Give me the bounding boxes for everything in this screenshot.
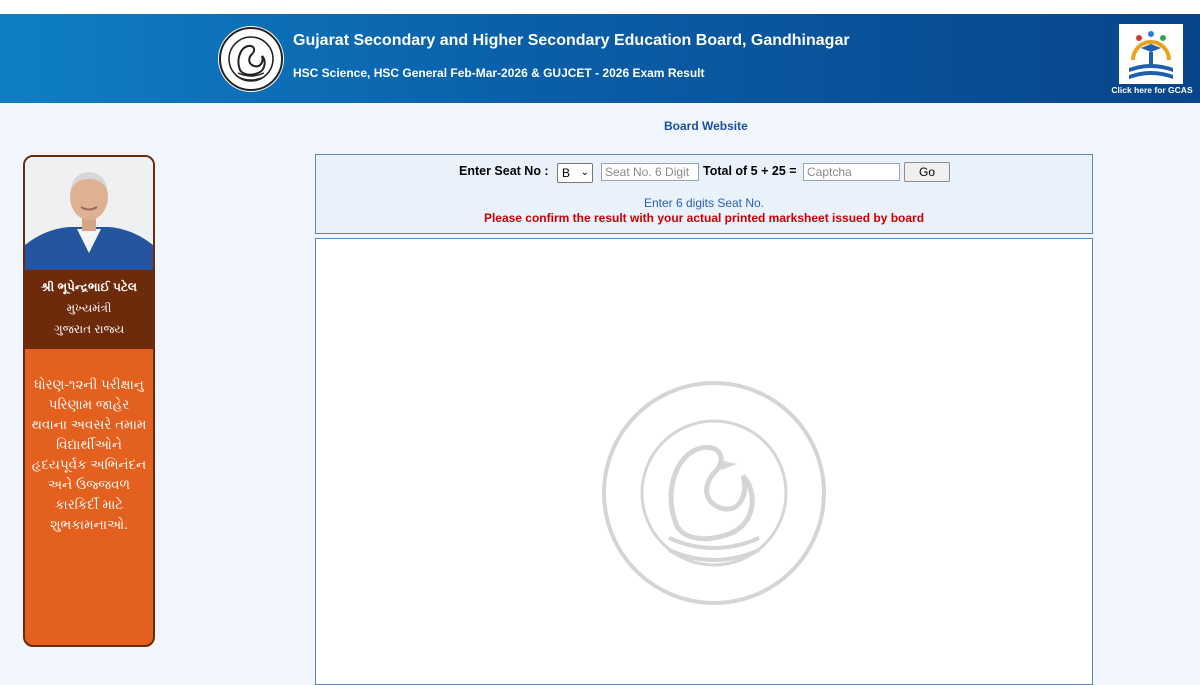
top-strip	[0, 0, 1200, 14]
chevron-down-icon: ⌄	[580, 167, 589, 178]
captcha-input[interactable]	[803, 163, 900, 181]
series-select[interactable]: B ⌄	[557, 163, 593, 183]
result-panel	[315, 238, 1093, 685]
board-seal-icon	[218, 26, 284, 92]
cm-state: ગુજરાત રાજ્ય	[53, 322, 125, 336]
cm-name-block: શ્રી ભૂપેન્દ્રભાઈ પટેલ મુખ્યમંત્રી ગુજરા…	[25, 270, 153, 349]
gcas-link[interactable]: Click here for GCAS	[1110, 22, 1194, 102]
cm-photo	[25, 157, 153, 270]
seat-hint: Enter 6 digits Seat No.	[643, 196, 765, 210]
site-header: Gujarat Secondary and Higher Secondary E…	[0, 14, 1200, 103]
captcha-label: Total of 5 + 25 =	[703, 164, 797, 178]
go-button[interactable]: Go	[904, 162, 950, 182]
header-subtitle: HSC Science, HSC General Feb-Mar-2026 & …	[293, 66, 705, 80]
board-website-link[interactable]: Board Website	[664, 119, 748, 133]
result-area	[322, 245, 1086, 684]
seat-form-panel: Enter Seat No : B ⌄ Total of 5 + 25 = Go…	[315, 154, 1093, 234]
cm-card: શ્રી ભૂપેન્દ્રભાઈ પટેલ મુખ્યમંત્રી ગુજરા…	[23, 155, 155, 647]
gcas-logo-icon	[1119, 24, 1183, 84]
congratulation-message: ધોરણ-૧૨ની પરીક્ષાનુ પરિણામ જાહેર થવાના અ…	[31, 377, 147, 532]
gcas-label: Click here for GCAS	[1111, 85, 1193, 95]
cm-role: મુખ્યમંત્રી	[66, 301, 112, 315]
header-title: Gujarat Secondary and Higher Secondary E…	[293, 32, 850, 49]
board-seal-watermark-icon	[602, 381, 826, 605]
result-warning: Please confirm the result with your actu…	[483, 211, 925, 225]
series-select-value: B	[562, 166, 571, 180]
cm-name: શ્રી ભૂપેન્દ્રભાઈ પટેલ	[40, 280, 138, 294]
seat-label: Enter Seat No :	[459, 164, 549, 178]
seat-number-input[interactable]	[601, 163, 699, 181]
